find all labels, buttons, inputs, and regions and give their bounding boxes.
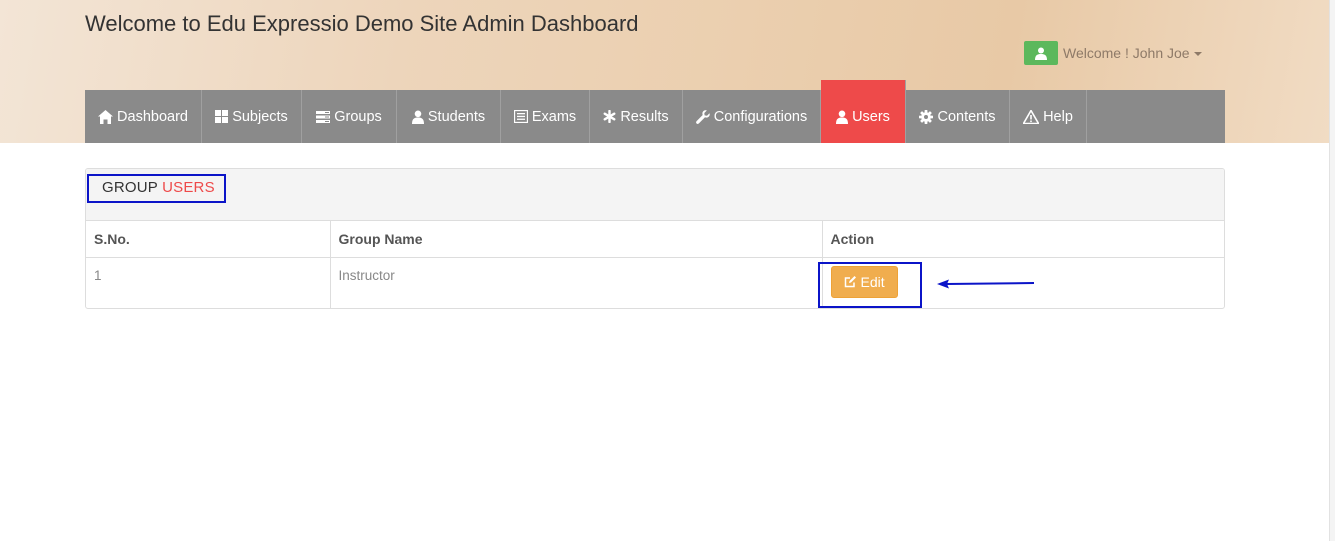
table-row: 1 Instructor Edit — [86, 257, 1224, 308]
nav-label: Groups — [334, 108, 382, 125]
nav-item-help[interactable]: Help — [1010, 90, 1087, 143]
nav-item-results[interactable]: Results — [590, 90, 683, 143]
cell-sno: 1 — [86, 257, 331, 308]
nav-label: Results — [620, 108, 669, 125]
nav-label: Help — [1043, 108, 1073, 125]
nav-item-students[interactable]: Students — [397, 90, 501, 143]
nav-label: Users — [852, 108, 890, 125]
user-icon — [411, 110, 424, 124]
nav-item-dashboard[interactable]: Dashboard — [85, 90, 202, 143]
home-icon — [98, 109, 114, 124]
nav-label: Exams — [531, 108, 577, 125]
nav-item-configurations[interactable]: Configurations — [683, 90, 821, 143]
wrench-icon — [695, 109, 710, 124]
annotation-box-title — [87, 174, 226, 203]
nav-label: Contents — [937, 108, 996, 125]
nav-item-subjects[interactable]: Subjects — [202, 90, 302, 143]
panel-heading: GROUP USERS — [86, 169, 1224, 221]
group-users-panel: GROUP USERS S.No. Group Name Action 1 In… — [85, 168, 1225, 309]
nav-item-contents[interactable]: Contents — [906, 90, 1010, 143]
user-menu-toggle[interactable]: Welcome ! John Joe — [1024, 41, 1202, 65]
nav-label: Dashboard — [117, 108, 188, 125]
cog-icon — [919, 109, 934, 124]
column-header-group-name: Group Name — [330, 221, 823, 258]
window-scrollbar[interactable] — [1329, 0, 1335, 541]
cell-group-name: Instructor — [330, 257, 823, 308]
user-icon — [1024, 41, 1058, 65]
th-large-icon — [215, 110, 229, 123]
annotation-box-edit — [818, 262, 922, 308]
site-title: Welcome to Edu Expressio Demo Site Admin… — [85, 11, 639, 36]
group-users-table: S.No. Group Name Action 1 Instructor Edi… — [86, 221, 1224, 308]
caret-down-icon — [1193, 52, 1202, 56]
asterisk-icon — [603, 110, 616, 123]
tasks-icon — [316, 110, 331, 123]
column-header-action: Action — [822, 221, 1224, 258]
user-icon — [836, 110, 849, 124]
welcome-text: Welcome ! John Joe — [1063, 45, 1190, 61]
table-header-row: S.No. Group Name Action — [86, 221, 1224, 258]
nav-label: Configurations — [713, 108, 808, 125]
list-alt-icon — [513, 110, 528, 123]
column-header-sno: S.No. — [86, 221, 331, 258]
nav-label: Subjects — [232, 108, 288, 125]
nav-item-groups[interactable]: Groups — [302, 90, 397, 143]
annotation-arrow-icon — [937, 279, 1035, 289]
nav-label: Students — [427, 108, 486, 125]
nav-item-users[interactable]: Users — [821, 80, 906, 143]
warning-sign-icon — [1023, 109, 1040, 124]
main-nav: Dashboard Subjects Groups Students Exams… — [85, 80, 1225, 143]
nav-item-exams[interactable]: Exams — [501, 90, 590, 143]
